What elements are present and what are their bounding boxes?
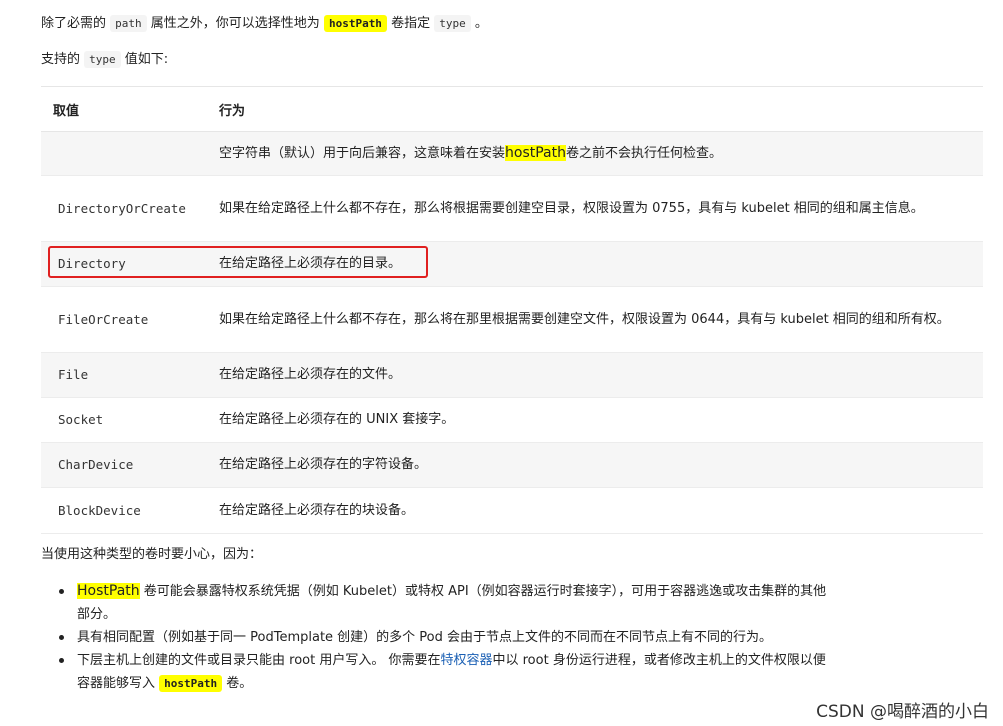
caution-paragraph: 当使用这种类型的卷时要小心，因为：	[41, 547, 263, 562]
code-hostpath-highlight: hostPath	[159, 675, 223, 692]
list-item: 下层主机上创建的文件或目录只能由 root 用户写入。 你需要在特权容器中以 r…	[59, 649, 837, 695]
code-type: type	[84, 51, 121, 68]
table-row: Socket 在给定路径上必须存在的 UNIX 套接字。	[41, 397, 983, 443]
behavior-text: 空字符串（默认）用于向后兼容，这意味着在安装	[219, 146, 506, 161]
table-cell-behavior: 在给定路径上必须存在的 UNIX 套接字。	[219, 397, 983, 443]
table-cell-behavior: 如果在给定路径上什么都不存在，那么将在那里根据需要创建空文件，权限设置为 064…	[219, 286, 983, 353]
intro-text: 除了必需的	[41, 16, 107, 31]
table-cell-value: BlockDevice	[41, 487, 219, 534]
table-row: 空字符串（默认）用于向后兼容，这意味着在安装hostPath卷之前不会执行任何检…	[41, 131, 983, 176]
intro-text: 属性之外，你可以选择性地为	[150, 16, 320, 31]
directory-row-annotation-box	[48, 246, 428, 278]
table-cell-value: Socket	[41, 397, 219, 443]
behavior-text: 卷之前不会执行任何检查。	[566, 146, 723, 161]
table-cell-value: File	[41, 352, 219, 398]
table-cell-value	[41, 131, 219, 176]
supported-types-paragraph: 支持的 type 值如下:	[41, 50, 168, 70]
note-text: 具有相同配置（例如基于同一 PodTemplate 创建）的多个 Pod 会由于…	[77, 630, 773, 645]
table-header-row: 取值 行为	[41, 86, 983, 132]
csdn-watermark: CSDN @喝醉酒的小白	[816, 702, 989, 722]
note-text: 卷可能会暴露特权系统凭据（例如 Kubelet）或特权 API（例如容器运行时套…	[77, 584, 827, 622]
table-row: BlockDevice 在给定路径上必须存在的块设备。	[41, 487, 983, 534]
privileged-container-link[interactable]: 特权容器	[440, 653, 492, 668]
table-row: DirectoryOrCreate 如果在给定路径上什么都不存在，那么将根据需要…	[41, 175, 983, 242]
list-item: 具有相同配置（例如基于同一 PodTemplate 创建）的多个 Pod 会由于…	[59, 626, 837, 649]
table-cell-behavior: 空字符串（默认）用于向后兼容，这意味着在安装hostPath卷之前不会执行任何检…	[219, 131, 983, 176]
column-header-value: 取值	[41, 86, 219, 132]
note-text: 下层主机上创建的文件或目录只能由 root 用户写入。 你需要在	[77, 653, 441, 668]
intro-text: 值如下:	[124, 52, 169, 67]
type-values-table: 取值 行为 空字符串（默认）用于向后兼容，这意味着在安装hostPath卷之前不…	[41, 86, 983, 534]
table-cell-value: FileOrCreate	[41, 286, 219, 353]
intro-text: 卷指定	[391, 16, 431, 31]
note-text: 卷。	[226, 676, 253, 691]
table-row: File 在给定路径上必须存在的文件。	[41, 352, 983, 398]
code-hostpath-highlight: hostPath	[323, 15, 387, 32]
intro-paragraph: 除了必需的 path 属性之外，你可以选择性地为 hostPath 卷指定 ty…	[41, 14, 488, 34]
table-row: FileOrCreate 如果在给定路径上什么都不存在，那么将在那里根据需要创建…	[41, 286, 983, 353]
table-cell-value: CharDevice	[41, 442, 219, 488]
table-cell-value: DirectoryOrCreate	[41, 175, 219, 242]
code-path: path	[110, 15, 147, 32]
code-type: type	[434, 15, 471, 32]
intro-text: 支持的	[41, 52, 81, 67]
hostpath-highlight: hostPath	[505, 145, 566, 161]
hostpath-highlight: HostPath	[77, 583, 140, 599]
table-row: CharDevice 在给定路径上必须存在的字符设备。	[41, 442, 983, 488]
table-cell-behavior: 在给定路径上必须存在的字符设备。	[219, 442, 983, 488]
table-cell-behavior: 在给定路径上必须存在的文件。	[219, 352, 983, 398]
intro-text: 。	[474, 16, 488, 31]
table-cell-behavior: 在给定路径上必须存在的块设备。	[219, 487, 983, 534]
list-item: HostPath 卷可能会暴露特权系统凭据（例如 Kubelet）或特权 API…	[59, 580, 837, 626]
table-cell-behavior: 如果在给定路径上什么都不存在，那么将根据需要创建空目录，权限设置为 0755，具…	[219, 175, 983, 242]
caution-list: HostPath 卷可能会暴露特权系统凭据（例如 Kubelet）或特权 API…	[41, 580, 837, 695]
column-header-behavior: 行为	[219, 86, 983, 132]
